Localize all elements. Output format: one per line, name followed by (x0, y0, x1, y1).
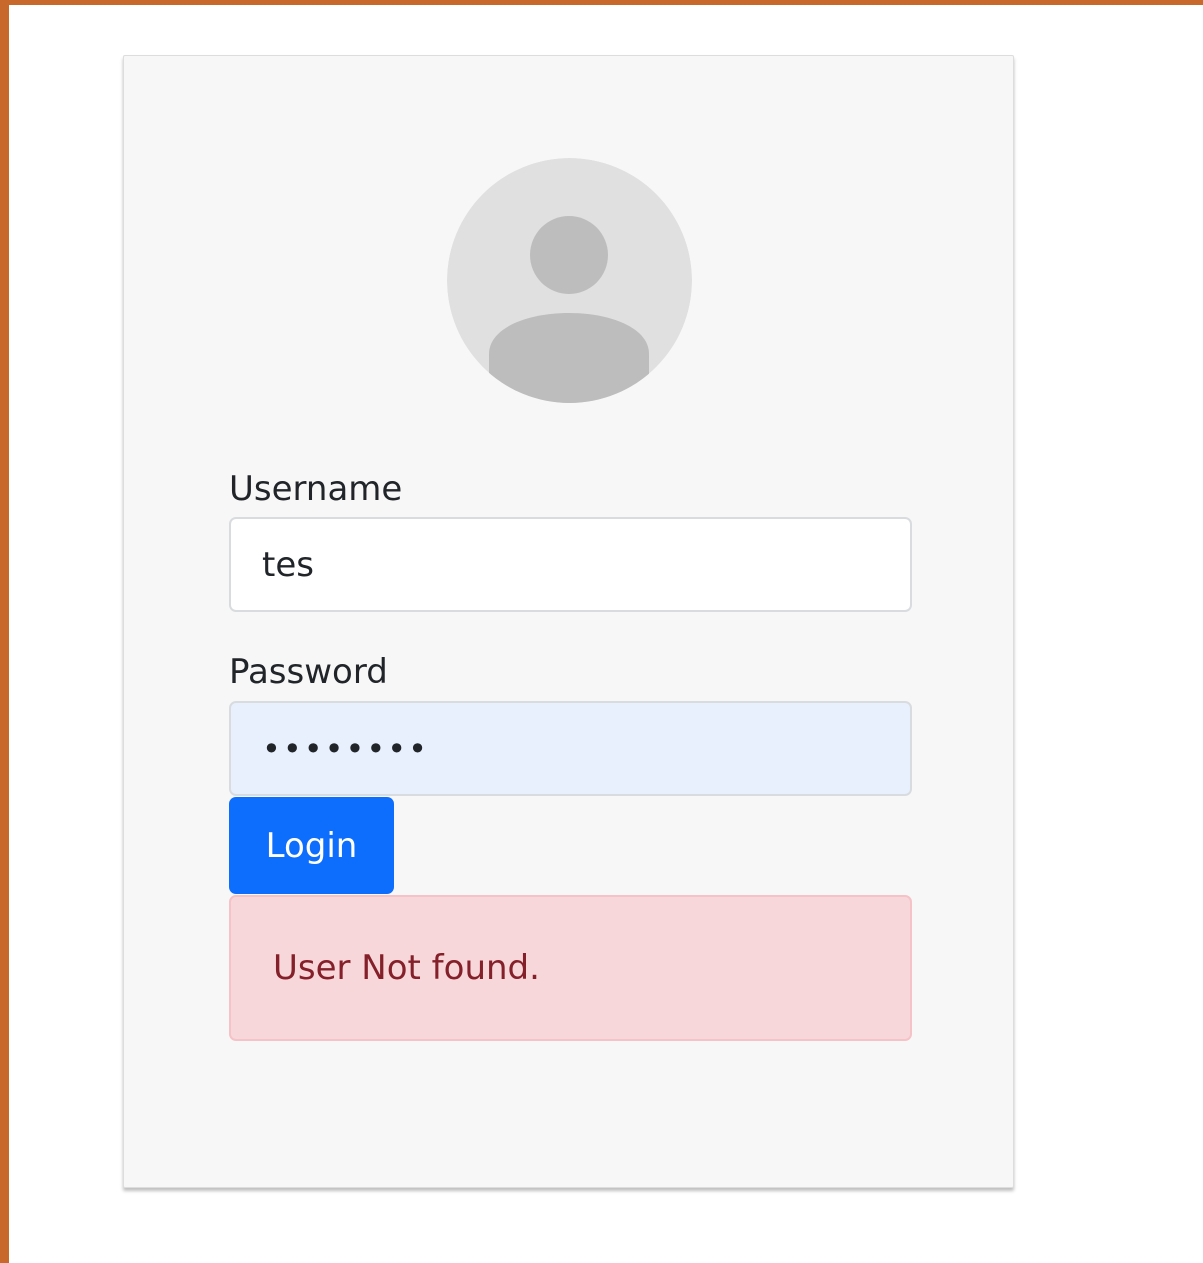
login-button[interactable]: Login (229, 797, 394, 894)
error-alert-message: User Not found. (273, 948, 540, 988)
password-input[interactable] (229, 701, 912, 796)
login-card: Username Password Login User Not found. (123, 55, 1014, 1188)
user-avatar-placeholder-icon (447, 158, 692, 403)
password-label: Password (229, 652, 388, 692)
error-alert: User Not found. (229, 895, 912, 1041)
username-input[interactable] (229, 517, 912, 612)
top-frame-border (0, 0, 1203, 5)
username-label: Username (229, 469, 403, 509)
left-frame-border (0, 0, 9, 1263)
